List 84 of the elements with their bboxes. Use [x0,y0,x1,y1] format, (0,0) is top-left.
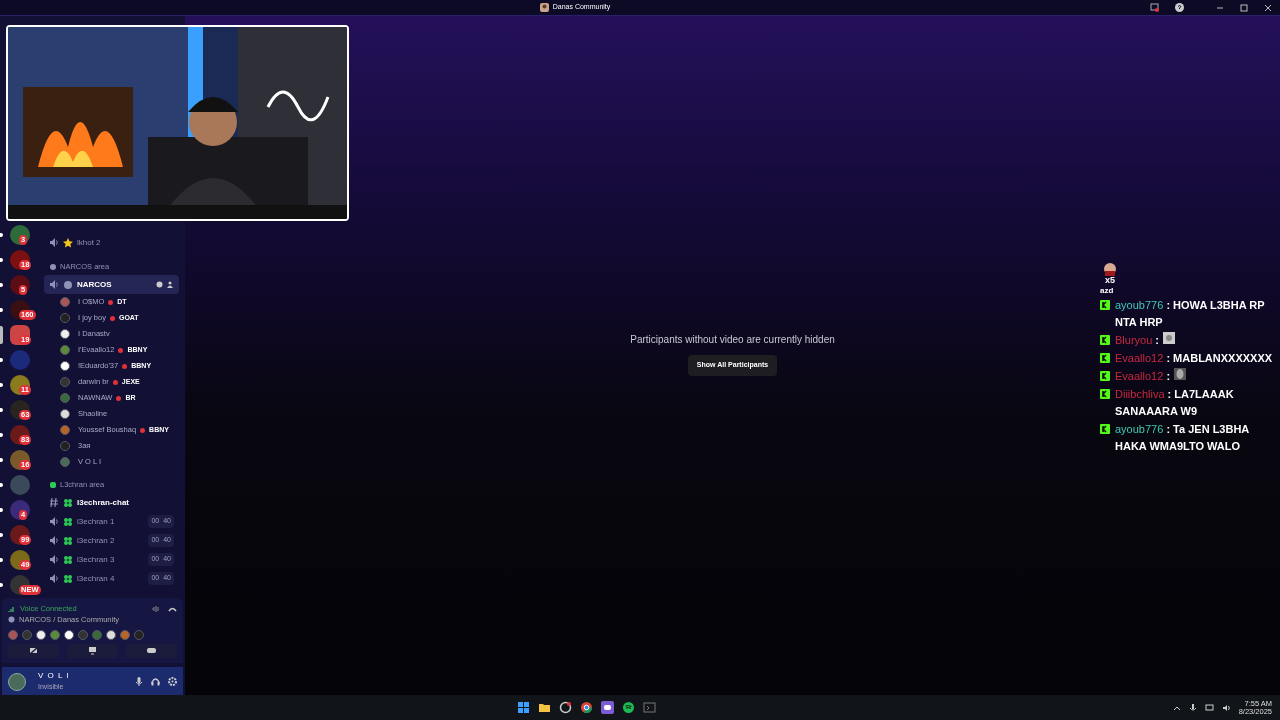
screen-share-icon [88,646,97,655]
server-icon[interactable] [10,525,30,545]
channel-item[interactable]: l3echran-chat [44,493,179,512]
emote-icon [1103,262,1117,276]
add-user-icon[interactable] [167,281,174,288]
chat-message: Evaallo12 : MABLANXXXXXXX [1115,351,1273,366]
avatar [64,629,74,640]
emote-icon [1174,368,1187,380]
server-icon[interactable] [10,325,30,345]
kick-logo-icon [1100,335,1110,345]
chat-icon[interactable] [156,281,163,288]
clover-icon [63,497,73,508]
signal-icon [8,604,16,613]
speaker-icon [49,237,59,248]
kick-logo-icon [1100,389,1110,399]
voice-control-button[interactable] [126,643,177,658]
help-icon[interactable] [1175,3,1184,12]
avatar [92,629,102,640]
music-app-icon[interactable] [621,701,635,714]
gamepad-icon [147,646,156,655]
user-name: V O L I [38,670,71,683]
avatar [106,629,116,640]
speaker-icon [49,279,59,290]
channel-item[interactable]: NARCOS [44,275,179,294]
server-icon[interactable] [10,425,30,445]
kick-logo-icon [1100,353,1110,363]
server-icon[interactable] [10,250,30,270]
terminal-icon[interactable] [642,701,656,714]
clover-icon [63,516,73,527]
clover-icon [50,481,56,488]
server-icon [539,3,549,12]
kick-logo-icon [1100,300,1110,310]
kick-logo-icon [1100,371,1110,381]
clover-icon [63,573,73,584]
notice-text: Participants without video are currently hidden [630,333,835,347]
microphone-icon[interactable] [1188,703,1197,712]
avatar [120,629,130,640]
speaker-icon [49,516,59,527]
speaker-icon [49,573,59,584]
avatar [8,629,18,640]
user-avatar [8,672,26,691]
clover-icon [63,554,73,565]
avatar [22,629,32,640]
server-icon[interactable] [10,550,30,570]
camera-off-icon [29,646,38,655]
voice-control-button[interactable] [8,643,59,658]
maximize-icon[interactable] [1240,3,1248,12]
avatar [50,629,60,640]
record-icon[interactable] [558,701,572,714]
star-icon [63,237,73,248]
avatar [134,629,144,640]
server-icon[interactable] [10,225,30,245]
emote-count: x5 [1105,276,1115,284]
server-icon[interactable] [10,450,30,470]
server-icon[interactable] [10,400,30,420]
server-icon[interactable] [10,500,30,520]
network-icon[interactable] [1204,703,1214,712]
chat-username: azd [1100,285,1114,297]
avatar [36,629,46,640]
speaker-icon [49,535,59,546]
settings-icon[interactable] [168,677,177,686]
kick-logo-icon [1100,424,1110,434]
voice-control-button[interactable] [67,643,118,658]
chat-message: Diiibchliva : LA7LAAAK SANAAARA W9 [1115,387,1235,419]
browser-icon[interactable] [579,701,593,714]
folder-icon[interactable] [537,701,551,714]
channel-item[interactable]: lkhot 2 [44,233,179,252]
close-icon[interactable] [1264,3,1272,12]
hash-icon [49,497,59,508]
volume-icon[interactable] [1221,703,1231,712]
chat-message: ayoub776 : HOWA L3BHA RP NTA HRP [1115,298,1266,330]
chat-app-icon[interactable] [600,701,614,714]
chat-message: Bluryou : [1115,333,1160,348]
emote-icon [1163,332,1176,344]
avatar [78,629,88,640]
microphone-icon[interactable] [135,677,143,686]
inbox-icon[interactable] [1150,3,1159,12]
windows-start-icon[interactable] [516,701,530,714]
server-icon[interactable] [10,275,30,295]
chat-message: Evaallo12 : [1115,369,1171,384]
headphones-icon[interactable] [151,677,160,686]
speaker-icon [49,554,59,565]
clover-icon [63,535,73,546]
chat-message: ayoub776 : Ta JEN L3BHA HAKA WMA9LTO WALO [1115,422,1250,454]
